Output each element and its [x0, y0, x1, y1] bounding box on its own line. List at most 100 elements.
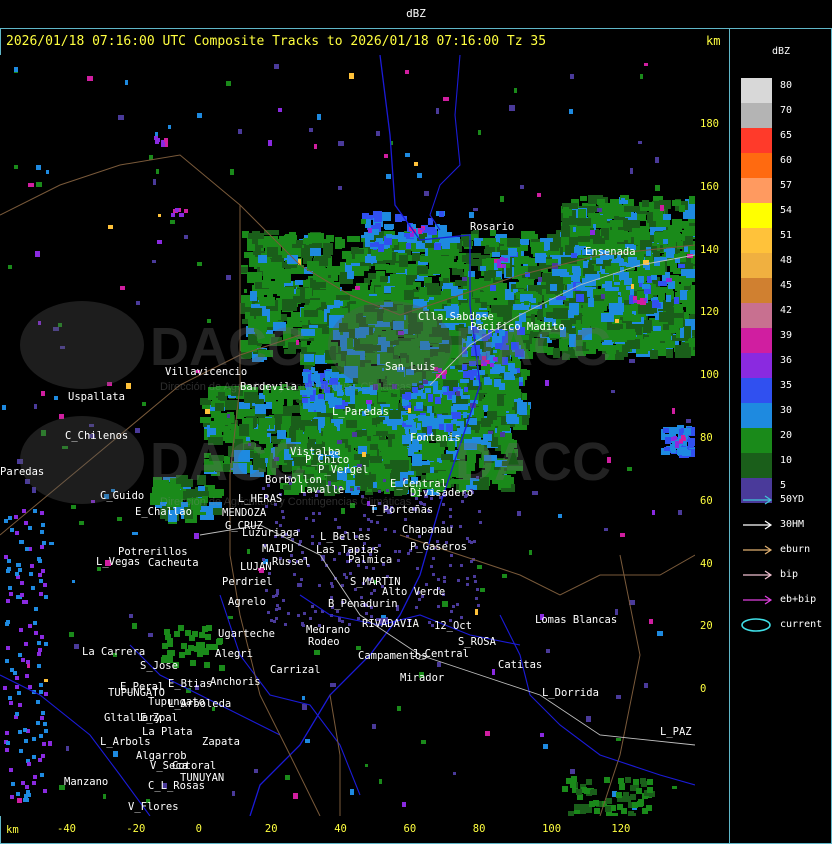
radar-echo-cell	[117, 517, 122, 521]
radar-echo-cell	[636, 788, 642, 794]
radar-echo-cell	[108, 225, 113, 229]
radar-echo-cell	[180, 213, 184, 217]
radar-echo-cell	[651, 275, 657, 280]
radar-echo-cell	[25, 785, 29, 789]
radar-echo-cell	[244, 289, 247, 293]
radar-echo-cell	[310, 300, 321, 307]
radar-echo-cell	[436, 390, 443, 394]
radar-echo-cell	[464, 387, 468, 392]
radar-echo-cell	[456, 603, 459, 606]
radar-echo-cell	[436, 108, 439, 114]
radar-echo-cell	[232, 791, 235, 796]
radar-echo-cell	[43, 722, 47, 726]
radar-echo-cell	[312, 512, 315, 515]
radar-echo-cell	[242, 231, 249, 238]
radar-echo-cell	[174, 631, 180, 637]
radar-echo-cell	[663, 428, 669, 433]
radar-echo-cell	[338, 526, 341, 529]
radar-echo-cell	[408, 408, 411, 413]
radar-echo-cell	[616, 738, 621, 741]
radar-echo-cell	[39, 683, 43, 687]
radar-echo-cell	[302, 398, 308, 403]
radar-echo-cell	[36, 182, 42, 187]
radar-echo-cell	[433, 418, 439, 423]
radar-echo-cell	[389, 410, 401, 419]
radar-echo-cell	[299, 540, 302, 543]
radar-echo-cell	[619, 784, 625, 790]
radar-echo-cell	[41, 711, 45, 715]
radar-echo-cell	[689, 338, 695, 347]
radar-echo-cell	[39, 690, 43, 694]
radar-echo-cell	[167, 641, 173, 647]
radar-echo-cell	[505, 292, 514, 300]
radar-echo-cell	[439, 277, 443, 281]
radar-echo-cell	[19, 749, 23, 753]
radar-echo-cell	[478, 510, 481, 513]
radar-echo-cell	[185, 649, 191, 655]
radar-echo-cell	[524, 301, 529, 305]
radar-echo-cell	[571, 253, 577, 258]
radar-echo-cell	[181, 643, 187, 649]
radar-echo-cell	[361, 219, 366, 224]
radar-echo-cell	[405, 70, 409, 74]
radar-echo-cell	[674, 304, 683, 313]
radar-echo-cell	[580, 196, 587, 201]
radar-echo-cell	[327, 266, 340, 275]
radar-echo-cell	[305, 426, 317, 435]
radar-echo-cell	[34, 631, 38, 635]
radar-echo-cell	[338, 239, 345, 248]
radar-echo-cell	[171, 213, 175, 217]
place-label: Rosario	[470, 221, 514, 233]
radar-echo-cell	[630, 785, 636, 791]
radar-echo-cell	[428, 621, 431, 624]
radar-echo-cell	[666, 349, 673, 358]
radar-echo-cell	[24, 642, 28, 646]
radar-echo-cell	[474, 238, 481, 246]
radar-echo-cell	[18, 568, 22, 572]
radar-echo-cell	[629, 359, 635, 363]
radar-echo-cell	[583, 261, 588, 268]
radar-echo-cell	[393, 530, 396, 533]
radar-echo-cell	[647, 779, 653, 785]
radar-echo-cell	[498, 425, 510, 431]
radar-echo-cell	[671, 437, 675, 441]
radar-echo-cell	[275, 594, 278, 597]
radar-echo-cell	[602, 205, 616, 214]
radar-echo-cell	[24, 521, 28, 525]
watermark-logo	[20, 301, 144, 389]
radar-echo-cell	[596, 258, 603, 264]
radar-echo-cell	[40, 635, 44, 639]
radar-echo-cell	[502, 264, 506, 268]
radar-echo-cell	[492, 252, 500, 257]
radar-echo-cell	[132, 532, 138, 535]
radar-echo-cell	[451, 420, 457, 424]
radar-echo-cell	[15, 676, 19, 680]
radar-echo-cell	[366, 400, 372, 404]
radar-echo-cell	[473, 575, 476, 578]
radar-echo-cell	[621, 290, 630, 300]
radar-echo-cell	[154, 136, 158, 140]
radar-echo-cell	[679, 276, 686, 282]
radar-echo-cell	[349, 572, 352, 575]
radar-echo-cell	[238, 129, 242, 134]
radar-echo-cell	[10, 528, 14, 532]
radar-echo-cell	[25, 674, 29, 678]
radar-echo-cell	[569, 109, 573, 114]
radar-echo-cell	[612, 813, 618, 816]
radar-echo-cell	[15, 712, 19, 716]
radar-echo-cell	[386, 489, 389, 492]
radar-echo-cell	[304, 310, 318, 317]
radar-echo-cell	[44, 595, 48, 599]
radar-echo-cell	[428, 394, 433, 402]
radar-echo-cell	[354, 588, 357, 591]
radar-echo-cell	[152, 260, 156, 263]
radar-echo-cell	[40, 716, 44, 720]
radar-echo-cell	[215, 403, 224, 411]
radar-echo-cell	[686, 419, 691, 423]
radar-echo-cell	[135, 428, 140, 433]
radar-echo-cell	[40, 545, 44, 549]
radar-echo-cell	[17, 563, 21, 567]
radar-echo-cell	[14, 515, 18, 519]
radar-map[interactable]: DACC DACC DACC DACC Dirección de Agricul…	[0, 55, 695, 816]
radar-echo-cell	[44, 679, 48, 682]
